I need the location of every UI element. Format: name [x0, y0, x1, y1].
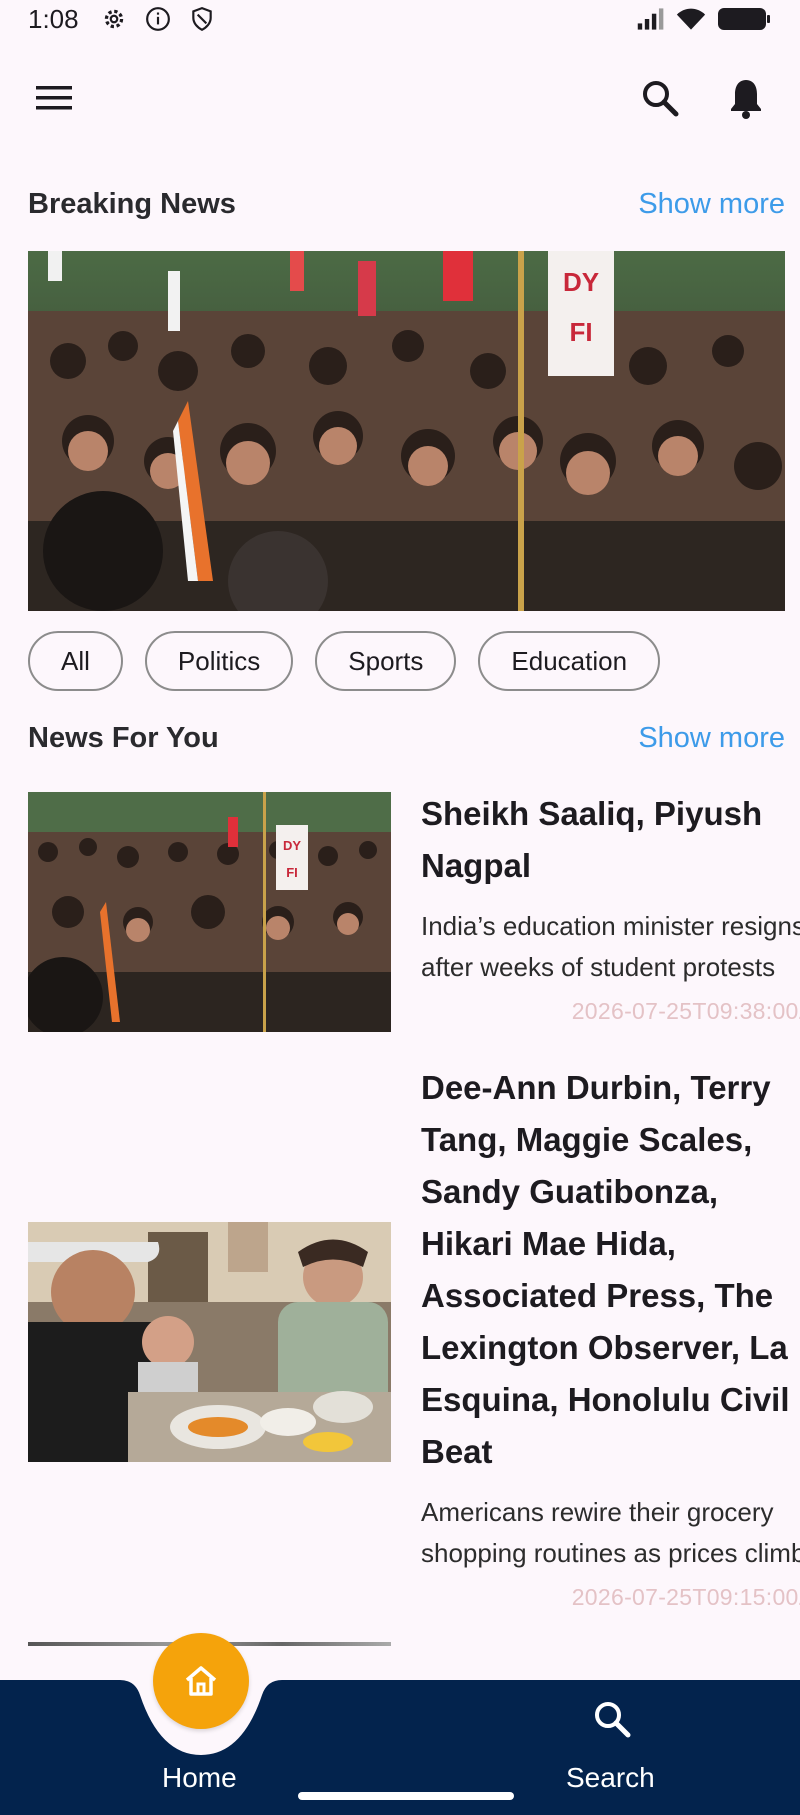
- nav-home-label[interactable]: Home: [162, 1762, 237, 1794]
- news-date: 2026-07-25T09:38:00Z: [571, 998, 800, 1024]
- info-icon: [143, 4, 173, 34]
- news-title[interactable]: Dee-Ann Durbin, Terry Tang, Maggie Scale…: [421, 1062, 800, 1478]
- chip-education[interactable]: Education: [478, 631, 661, 691]
- section-title: Breaking News: [28, 188, 236, 220]
- svg-text:FI: FI: [569, 317, 592, 347]
- status-bar: 1:08: [0, 0, 800, 38]
- home-icon: [185, 1666, 217, 1696]
- gear-icon: [99, 4, 129, 34]
- svg-text:FI: FI: [286, 865, 298, 880]
- news-thumbnail: DY FI: [28, 792, 391, 1032]
- breaking-news-image[interactable]: DY FI: [28, 251, 785, 611]
- news-date: 2026-07-25T09:15:00Z: [571, 1584, 800, 1610]
- news-thumbnail: [28, 1222, 391, 1462]
- status-time: 1:08: [28, 3, 79, 34]
- chip-all[interactable]: All: [28, 631, 123, 691]
- shield-icon: [187, 4, 217, 34]
- nav-search-label[interactable]: Search: [566, 1762, 655, 1794]
- home-button[interactable]: [153, 1633, 249, 1729]
- menu-icon[interactable]: [28, 72, 80, 124]
- svg-text:DY: DY: [563, 267, 599, 297]
- svg-text:DY: DY: [283, 838, 301, 853]
- section-title: News For You: [28, 722, 219, 754]
- search-icon[interactable]: [634, 72, 686, 124]
- battery-icon: [716, 4, 772, 34]
- category-chips: All Politics Sports Education: [28, 631, 661, 691]
- news-title[interactable]: Sheikh Saaliq, Piyush Nagpal: [421, 788, 800, 892]
- home-indicator[interactable]: [298, 1792, 514, 1800]
- news-card[interactable]: DY FI Sheikh Saaliq, Piyush Nagpal India…: [28, 788, 800, 1048]
- show-more-link[interactable]: Show more: [638, 722, 785, 755]
- nav-search-icon[interactable]: [592, 1699, 632, 1739]
- app-bar: [0, 60, 800, 136]
- news-text: Dee-Ann Durbin, Terry Tang, Maggie Scale…: [421, 1062, 800, 1611]
- breaking-news-header: Breaking News Show more: [28, 188, 785, 221]
- show-more-link[interactable]: Show more: [638, 188, 785, 221]
- bell-icon[interactable]: [720, 72, 772, 124]
- chip-sports[interactable]: Sports: [315, 631, 457, 691]
- wifi-icon: [676, 4, 706, 34]
- news-description: India’s education minister resigns after…: [421, 911, 800, 982]
- news-card[interactable]: Dee-Ann Durbin, Terry Tang, Maggie Scale…: [28, 1062, 800, 1622]
- signal-icon: [636, 4, 666, 34]
- news-for-you-header: News For You Show more: [28, 722, 785, 755]
- chip-politics[interactable]: Politics: [144, 631, 294, 691]
- news-description: Americans rewire their grocery shopping …: [421, 1497, 800, 1568]
- news-text: Sheikh Saaliq, Piyush Nagpal India’s edu…: [421, 788, 800, 1025]
